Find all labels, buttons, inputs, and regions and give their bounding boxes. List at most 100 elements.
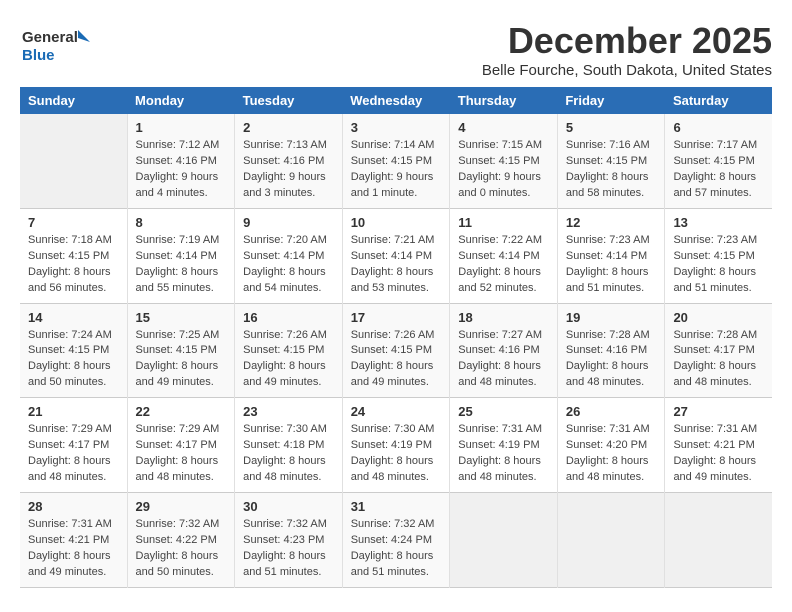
day-cell: 15 Sunrise: 7:25 AMSunset: 4:15 PMDayligh… xyxy=(127,303,235,398)
week-row-4: 21 Sunrise: 7:29 AMSunset: 4:17 PMDayligh… xyxy=(20,398,772,493)
svg-text:General: General xyxy=(22,29,78,46)
day-number: 28 xyxy=(28,499,119,514)
day-number: 21 xyxy=(28,404,119,419)
day-cell: 29 Sunrise: 7:32 AMSunset: 4:22 PMDayligh… xyxy=(127,493,235,588)
day-cell: 3 Sunrise: 7:14 AMSunset: 4:15 PMDaylight… xyxy=(342,114,450,208)
day-cell: 26 Sunrise: 7:31 AMSunset: 4:20 PMDayligh… xyxy=(557,398,665,493)
day-number: 9 xyxy=(243,215,334,230)
day-cell: 31Sunrise: 7:32 AMSunset: 4:24 PMDayligh… xyxy=(342,493,450,588)
day-number: 13 xyxy=(673,215,764,230)
day-number: 26 xyxy=(566,404,657,419)
day-number: 15 xyxy=(136,310,227,325)
day-number: 8 xyxy=(136,215,227,230)
day-cell: 30Sunrise: 7:32 AMSunset: 4:23 PMDayligh… xyxy=(235,493,343,588)
day-cell: 4 Sunrise: 7:15 AMSunset: 4:15 PMDaylight… xyxy=(450,114,558,208)
header: General Blue December 2025 Belle Fourche… xyxy=(20,20,772,79)
day-info: Sunrise: 7:28 AMSunset: 4:17 PMDaylight:… xyxy=(673,328,764,392)
logo: General Blue xyxy=(20,20,90,70)
main-title: December 2025 xyxy=(482,20,772,62)
col-header-saturday: Saturday xyxy=(665,87,772,114)
day-number: 5 xyxy=(566,120,657,135)
day-info: Sunrise: 7:31 AMSunset: 4:21 PMDaylight:… xyxy=(28,517,119,581)
day-info: Sunrise: 7:23 AMSunset: 4:14 PMDaylight:… xyxy=(566,233,657,297)
day-cell: 13 Sunrise: 7:23 AMSunset: 4:15 PMDayligh… xyxy=(665,208,772,303)
day-info: Sunrise: 7:24 AMSunset: 4:15 PMDaylight:… xyxy=(28,328,119,392)
day-info: Sunrise: 7:20 AMSunset: 4:14 PMDaylight:… xyxy=(243,233,334,297)
day-number: 22 xyxy=(136,404,227,419)
day-info: Sunrise: 7:30 AMSunset: 4:19 PMDaylight:… xyxy=(351,422,442,486)
day-info: Sunrise: 7:16 AMSunset: 4:15 PMDaylight:… xyxy=(566,138,657,202)
day-info: Sunrise: 7:19 AMSunset: 4:14 PMDaylight:… xyxy=(136,233,227,297)
day-info: Sunrise: 7:25 AMSunset: 4:15 PMDaylight:… xyxy=(136,328,227,392)
day-number: 27 xyxy=(673,404,764,419)
day-number: 29 xyxy=(136,499,227,514)
day-number: 25 xyxy=(458,404,549,419)
day-cell: 10Sunrise: 7:21 AMSunset: 4:14 PMDayligh… xyxy=(342,208,450,303)
col-header-monday: Monday xyxy=(127,87,235,114)
day-number: 16 xyxy=(243,310,334,325)
day-cell: 2 Sunrise: 7:13 AMSunset: 4:16 PMDaylight… xyxy=(235,114,343,208)
day-cell: 23 Sunrise: 7:30 AMSunset: 4:18 PMDayligh… xyxy=(235,398,343,493)
day-cell: 27 Sunrise: 7:31 AMSunset: 4:21 PMDayligh… xyxy=(665,398,772,493)
title-area: December 2025 Belle Fourche, South Dakot… xyxy=(482,20,772,79)
svg-text:Blue: Blue xyxy=(22,47,55,64)
day-number: 3 xyxy=(351,120,442,135)
day-cell: 18 Sunrise: 7:27 AMSunset: 4:16 PMDayligh… xyxy=(450,303,558,398)
day-info: Sunrise: 7:29 AMSunset: 4:17 PMDaylight:… xyxy=(28,422,119,486)
day-cell: 8 Sunrise: 7:19 AMSunset: 4:14 PMDaylight… xyxy=(127,208,235,303)
day-cell xyxy=(450,493,558,588)
day-cell: 6Sunrise: 7:17 AMSunset: 4:15 PMDaylight… xyxy=(665,114,772,208)
day-cell: 1Sunrise: 7:12 AMSunset: 4:16 PMDaylight… xyxy=(127,114,235,208)
day-number: 30 xyxy=(243,499,334,514)
col-header-tuesday: Tuesday xyxy=(235,87,343,114)
day-number: 18 xyxy=(458,310,549,325)
day-cell: 20 Sunrise: 7:28 AMSunset: 4:17 PMDayligh… xyxy=(665,303,772,398)
day-info: Sunrise: 7:29 AMSunset: 4:17 PMDaylight:… xyxy=(136,422,227,486)
day-cell: 5 Sunrise: 7:16 AMSunset: 4:15 PMDaylight… xyxy=(557,114,665,208)
day-info: Sunrise: 7:32 AMSunset: 4:22 PMDaylight:… xyxy=(136,517,227,581)
day-info: Sunrise: 7:26 AMSunset: 4:15 PMDaylight:… xyxy=(351,328,442,392)
col-header-sunday: Sunday xyxy=(20,87,127,114)
day-number: 19 xyxy=(566,310,657,325)
day-cell: 28 Sunrise: 7:31 AMSunset: 4:21 PMDayligh… xyxy=(20,493,127,588)
col-header-friday: Friday xyxy=(557,87,665,114)
day-info: Sunrise: 7:31 AMSunset: 4:20 PMDaylight:… xyxy=(566,422,657,486)
day-number: 2 xyxy=(243,120,334,135)
day-number: 12 xyxy=(566,215,657,230)
day-info: Sunrise: 7:31 AMSunset: 4:21 PMDaylight:… xyxy=(673,422,764,486)
header-row: SundayMondayTuesdayWednesdayThursdayFrid… xyxy=(20,87,772,114)
day-info: Sunrise: 7:13 AMSunset: 4:16 PMDaylight:… xyxy=(243,138,334,202)
day-cell xyxy=(665,493,772,588)
day-number: 31 xyxy=(351,499,442,514)
day-cell: 14 Sunrise: 7:24 AMSunset: 4:15 PMDayligh… xyxy=(20,303,127,398)
week-row-5: 28 Sunrise: 7:31 AMSunset: 4:21 PMDayligh… xyxy=(20,493,772,588)
col-header-thursday: Thursday xyxy=(450,87,558,114)
day-info: Sunrise: 7:12 AMSunset: 4:16 PMDaylight:… xyxy=(136,138,227,202)
day-cell: 24 Sunrise: 7:30 AMSunset: 4:19 PMDayligh… xyxy=(342,398,450,493)
day-info: Sunrise: 7:21 AMSunset: 4:14 PMDaylight:… xyxy=(351,233,442,297)
day-cell xyxy=(557,493,665,588)
day-info: Sunrise: 7:31 AMSunset: 4:19 PMDaylight:… xyxy=(458,422,549,486)
day-number: 14 xyxy=(28,310,119,325)
day-info: Sunrise: 7:23 AMSunset: 4:15 PMDaylight:… xyxy=(673,233,764,297)
day-info: Sunrise: 7:22 AMSunset: 4:14 PMDaylight:… xyxy=(458,233,549,297)
col-header-wednesday: Wednesday xyxy=(342,87,450,114)
day-number: 24 xyxy=(351,404,442,419)
day-number: 20 xyxy=(673,310,764,325)
day-info: Sunrise: 7:28 AMSunset: 4:16 PMDaylight:… xyxy=(566,328,657,392)
day-info: Sunrise: 7:17 AMSunset: 4:15 PMDaylight:… xyxy=(673,138,764,202)
day-cell: 22 Sunrise: 7:29 AMSunset: 4:17 PMDayligh… xyxy=(127,398,235,493)
day-info: Sunrise: 7:14 AMSunset: 4:15 PMDaylight:… xyxy=(351,138,442,202)
day-number: 4 xyxy=(458,120,549,135)
day-info: Sunrise: 7:18 AMSunset: 4:15 PMDaylight:… xyxy=(28,233,119,297)
day-cell: 12 Sunrise: 7:23 AMSunset: 4:14 PMDayligh… xyxy=(557,208,665,303)
logo-svg: General Blue xyxy=(20,20,90,70)
day-cell: 21 Sunrise: 7:29 AMSunset: 4:17 PMDayligh… xyxy=(20,398,127,493)
day-cell: 9 Sunrise: 7:20 AMSunset: 4:14 PMDaylight… xyxy=(235,208,343,303)
day-info: Sunrise: 7:26 AMSunset: 4:15 PMDaylight:… xyxy=(243,328,334,392)
day-info: Sunrise: 7:30 AMSunset: 4:18 PMDaylight:… xyxy=(243,422,334,486)
day-info: Sunrise: 7:27 AMSunset: 4:16 PMDaylight:… xyxy=(458,328,549,392)
day-cell: 17Sunrise: 7:26 AMSunset: 4:15 PMDayligh… xyxy=(342,303,450,398)
day-number: 23 xyxy=(243,404,334,419)
day-info: Sunrise: 7:15 AMSunset: 4:15 PMDaylight:… xyxy=(458,138,549,202)
